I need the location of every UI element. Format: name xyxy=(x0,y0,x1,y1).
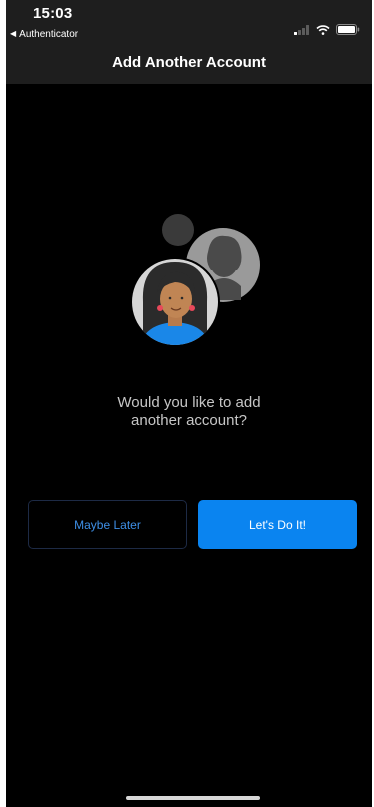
status-icons xyxy=(294,24,360,35)
home-indicator[interactable] xyxy=(126,796,260,800)
app-screen: 15:03 ◀ Authenticator Add Another Accoun… xyxy=(6,0,372,807)
top-bar: 15:03 ◀ Authenticator Add Another Accoun… xyxy=(6,0,372,84)
back-to-app-link[interactable]: ◀ Authenticator xyxy=(10,27,78,41)
status-time: 15:03 xyxy=(33,5,73,22)
battery-icon xyxy=(336,24,360,35)
woman-avatar-icon xyxy=(139,262,211,345)
back-triangle-icon: ◀ xyxy=(10,29,17,38)
page-title: Add Another Account xyxy=(112,54,266,71)
maybe-later-button[interactable]: Maybe Later xyxy=(28,500,187,549)
wifi-icon xyxy=(316,24,330,35)
signal-icon xyxy=(294,24,309,35)
add-account-prompt: Would you like to add another account? xyxy=(117,394,261,429)
back-app-label: Authenticator xyxy=(19,28,79,40)
lets-do-it-button[interactable]: Let's Do It! xyxy=(198,500,357,549)
small-dot xyxy=(162,214,194,246)
add-account-illustration xyxy=(130,214,260,347)
